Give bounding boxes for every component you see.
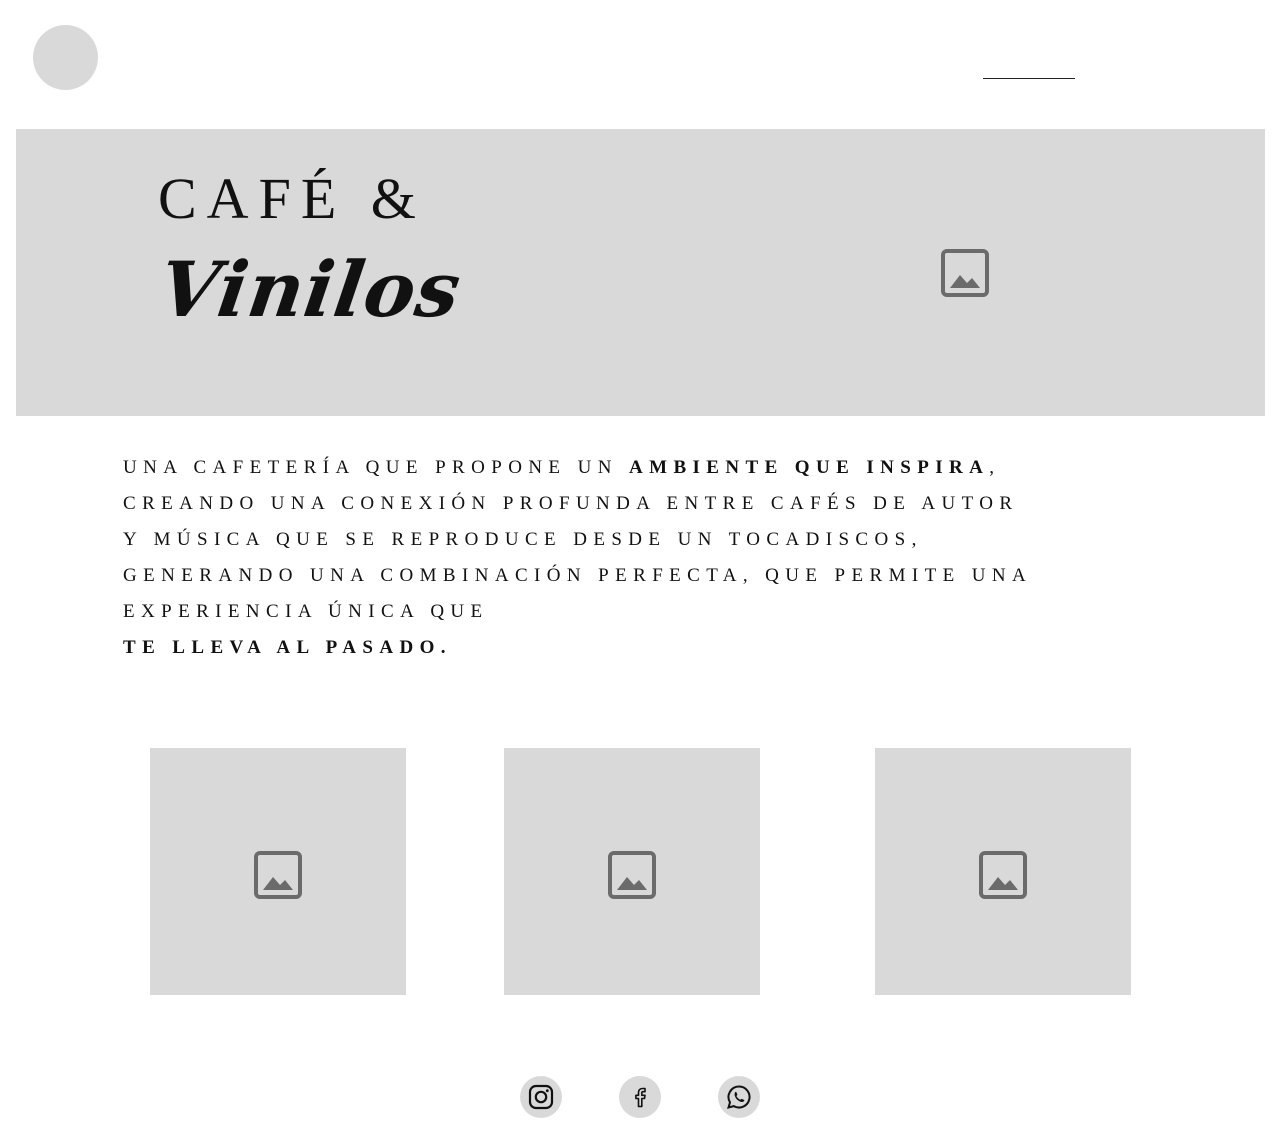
instagram-icon: [528, 1084, 554, 1110]
facebook-icon: [635, 1087, 646, 1108]
page: CAFÉ & Vinilos UNA CAFETERÍA QUE PROPONE…: [0, 0, 1280, 1142]
image-placeholder-icon: [941, 249, 989, 297]
intro-text: UNA CAFETERÍA QUE PROPONE UN AMBIENTE QU…: [123, 450, 1163, 666]
image-placeholder-icon: [979, 851, 1027, 899]
intro-line-3: Y MÚSICA QUE SE REPRODUCE DESDE UN TOCAD…: [123, 529, 923, 550]
intro-line-5: EXPERIENCIA ÚNICA QUE: [123, 601, 489, 622]
whatsapp-link[interactable]: [718, 1076, 760, 1118]
hero-banner: CAFÉ & Vinilos: [16, 129, 1265, 416]
gallery-image-1: [150, 748, 406, 995]
intro-line-4: GENERANDO UNA COMBINACIÓN PERFECTA, QUE …: [123, 565, 1033, 586]
logo[interactable]: [33, 25, 98, 90]
image-placeholder-icon: [608, 851, 656, 899]
hero-title-cafe: CAFÉ &: [158, 166, 426, 231]
nav-link-underline[interactable]: [983, 78, 1075, 79]
gallery-image-2: [504, 748, 760, 995]
intro-line-1-bold: AMBIENTE QUE INSPIRA: [628, 457, 990, 478]
intro-line-6: TE LLEVA AL PASADO.: [123, 637, 452, 658]
whatsapp-icon: [727, 1085, 751, 1109]
gallery-image-3: [875, 748, 1131, 995]
intro-line-1-comma: ,: [989, 457, 1001, 478]
intro-line-1: UNA CAFETERÍA QUE PROPONE UN AMBIENTE QU…: [123, 450, 1163, 486]
facebook-link[interactable]: [619, 1076, 661, 1118]
image-placeholder-icon: [254, 851, 302, 899]
intro-line-2: CREANDO UNA CONEXIÓN PROFUNDA ENTRE CAFÉ…: [123, 493, 1019, 514]
instagram-link[interactable]: [520, 1076, 562, 1118]
intro-line-1-text: UNA CAFETERÍA QUE PROPONE UN: [123, 457, 629, 478]
hero-title-vinilos: Vinilos: [154, 245, 467, 334]
